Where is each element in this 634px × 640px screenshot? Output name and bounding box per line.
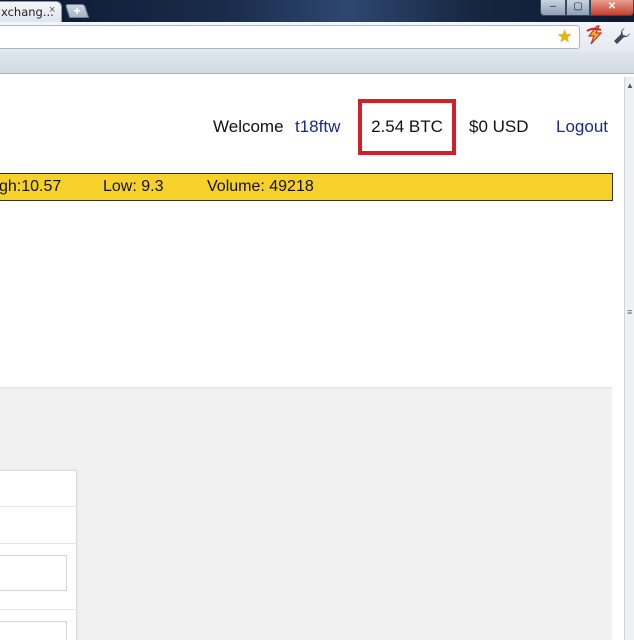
star-icon[interactable]: ★ (557, 27, 572, 47)
plus-icon: + (73, 4, 81, 18)
bookmarks-bar (0, 52, 634, 74)
logout-link[interactable]: Logout (556, 117, 608, 137)
trade-panel (0, 387, 612, 640)
usd-balance: $0 USD (469, 117, 529, 136)
scroll-thumb[interactable]: ≡ (627, 307, 632, 317)
price-ticker: gh:10.57 Low: 9.3 Volume: 49218 (0, 173, 613, 201)
tab-strip: xchang... × + – ▢ ✕ (0, 0, 634, 22)
card-divider (0, 506, 78, 507)
card-divider (0, 609, 78, 610)
tab-close-icon[interactable]: × (49, 4, 55, 16)
btc-balance: 2.54 BTC (358, 99, 456, 155)
welcome-label: Welcome (213, 117, 284, 136)
order-form-card (0, 470, 78, 640)
page-viewport: Welcome t18ftw 2.54 BTC $0 USD Logout gh… (0, 77, 624, 640)
order-amount-input[interactable] (0, 555, 67, 591)
card-divider (0, 543, 78, 544)
extension-bolt-icon[interactable] (585, 25, 605, 45)
tab-title: xchang... (1, 5, 54, 19)
minimize-button[interactable]: – (540, 0, 566, 16)
browser-tab[interactable]: xchang... × (0, 1, 62, 22)
ticker-high: gh:10.57 (0, 178, 62, 195)
maximize-button[interactable]: ▢ (566, 0, 590, 16)
close-window-button[interactable]: ✕ (590, 0, 634, 16)
order-price-input[interactable] (0, 621, 67, 640)
scroll-up-icon[interactable]: ▲ (626, 81, 634, 90)
vertical-scrollbar[interactable]: ▲ ≡ (624, 77, 634, 640)
ticker-volume: Volume: 49218 (207, 178, 314, 195)
account-header: Welcome t18ftw 2.54 BTC $0 USD Logout (0, 77, 624, 167)
browser-toolbar (0, 22, 634, 52)
username-link[interactable]: t18ftw (295, 117, 340, 137)
wrench-icon[interactable] (612, 26, 632, 46)
new-tab-button[interactable]: + (64, 4, 90, 18)
address-bar[interactable] (0, 25, 580, 49)
ticker-low: Low: 9.3 (103, 178, 164, 195)
